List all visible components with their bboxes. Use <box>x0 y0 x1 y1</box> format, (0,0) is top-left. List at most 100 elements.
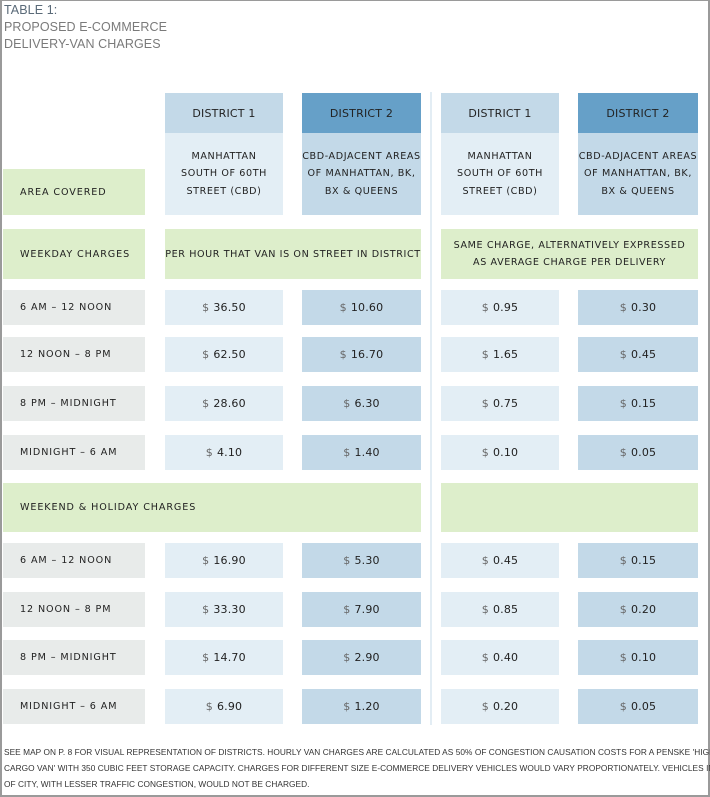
area-line: OF MANHATTAN, BK, <box>307 168 416 180</box>
charge-value: 0.40 <box>492 651 519 664</box>
area-line: BX & QUEENS <box>324 185 399 197</box>
charge-value: 0.20 <box>492 700 519 713</box>
charge-value: 0.30 <box>630 301 657 314</box>
charge-value: 0.45 <box>492 554 519 567</box>
time-period-label: 12 NOON – 8 PM <box>3 337 145 372</box>
currency-symbol: $ <box>619 397 627 410</box>
time-period-label: 6 AM – 12 NOON <box>3 543 145 578</box>
charge-value: 1.40 <box>354 446 380 459</box>
area-line: SOUTH OF 60TH <box>181 168 267 180</box>
district1-hourly-charge: $6.90 <box>165 689 283 724</box>
charge-value: 62.50 <box>213 348 246 361</box>
district2-hourly-charge: $6.30 <box>302 386 421 421</box>
district-header: DISTRICT 2 <box>578 93 698 133</box>
currency-symbol: $ <box>205 700 213 713</box>
charge-value: 0.15 <box>630 554 657 567</box>
currency-symbol: $ <box>481 651 489 664</box>
district2-per-delivery-charge: $0.30 <box>578 290 698 325</box>
area-description: MANHATTAN SOUTH OF 60TH STREET (CBD) <box>165 133 283 215</box>
currency-symbol: $ <box>343 397 351 410</box>
charge-value: 33.30 <box>213 603 246 616</box>
currency-symbol: $ <box>339 348 347 361</box>
table-title: TABLE 1: PROPOSED E-COMMERCE DELIVERY-VA… <box>4 2 167 53</box>
district2-hourly-charge: $1.40 <box>302 435 421 470</box>
time-period-label: 12 NOON – 8 PM <box>3 592 145 627</box>
district2-per-delivery-charge: $0.05 <box>578 689 698 724</box>
footnote-line: SEE MAP ON P. 8 FOR VISUAL REPRESENTATIO… <box>4 747 710 757</box>
currency-symbol: $ <box>202 301 210 314</box>
district2-per-delivery-charge: $0.05 <box>578 435 698 470</box>
district1-hourly-charge: $4.10 <box>165 435 283 470</box>
charge-value: 36.50 <box>213 301 246 314</box>
charge-value: 6.30 <box>354 397 380 410</box>
district2-hourly-charge: $7.90 <box>302 592 421 627</box>
charge-value: 16.70 <box>350 348 384 361</box>
area-line: STREET (CBD) <box>462 185 538 197</box>
charge-value: 2.90 <box>354 651 380 664</box>
district1-per-delivery-charge: $0.85 <box>441 592 559 627</box>
currency-symbol: $ <box>619 603 627 616</box>
district-header: DISTRICT 1 <box>441 93 559 133</box>
district2-hourly-charge: $16.70 <box>302 337 421 372</box>
charge-value: 0.10 <box>630 651 657 664</box>
district-header: DISTRICT 2 <box>302 93 421 133</box>
charge-value: 1.20 <box>354 700 380 713</box>
table-number: TABLE 1: <box>4 3 58 17</box>
area-description: CBD-ADJACENT AREAS OF MANHATTAN, BK, BX … <box>302 133 421 215</box>
district1-hourly-charge: $62.50 <box>165 337 283 372</box>
charge-value: 5.30 <box>354 554 380 567</box>
note-line: SAME CHARGE, ALTERNATIVELY EXPRESSED <box>453 239 686 251</box>
district1-per-delivery-charge: $0.45 <box>441 543 559 578</box>
table-title-line: PROPOSED E-COMMERCE <box>4 20 168 34</box>
currency-symbol: $ <box>481 700 489 713</box>
district1-hourly-charge: $28.60 <box>165 386 283 421</box>
footnote-line: CARGO VAN' WITH 350 CUBIC FEET STORAGE C… <box>4 763 710 773</box>
charge-value: 0.95 <box>492 301 519 314</box>
currency-symbol: $ <box>202 651 210 664</box>
currency-symbol: $ <box>481 554 489 567</box>
area-line: SOUTH OF 60TH <box>457 168 543 180</box>
currency-symbol: $ <box>343 554 351 567</box>
district1-per-delivery-charge: $0.20 <box>441 689 559 724</box>
charge-value: 28.60 <box>213 397 246 410</box>
currency-symbol: $ <box>205 446 213 459</box>
per-delivery-note: SAME CHARGE, ALTERNATIVELY EXPRESSED AS … <box>441 229 698 279</box>
charge-value: 7.90 <box>354 603 380 616</box>
currency-symbol: $ <box>202 397 210 410</box>
currency-symbol: $ <box>619 554 627 567</box>
district1-hourly-charge: $16.90 <box>165 543 283 578</box>
charge-value: 6.90 <box>216 700 243 713</box>
district1-per-delivery-charge: $1.65 <box>441 337 559 372</box>
currency-symbol: $ <box>202 348 210 361</box>
currency-symbol: $ <box>481 397 489 410</box>
charge-value: 0.20 <box>630 603 657 616</box>
charge-value: 0.10 <box>492 446 519 459</box>
district2-per-delivery-charge: $0.15 <box>578 386 698 421</box>
charge-value: 16.90 <box>213 554 246 567</box>
area-line: CBD-ADJACENT AREAS <box>578 150 698 162</box>
currency-symbol: $ <box>619 301 627 314</box>
district1-per-delivery-charge: $0.75 <box>441 386 559 421</box>
area-line: CBD-ADJACENT AREAS <box>302 150 421 162</box>
district1-hourly-charge: $36.50 <box>165 290 283 325</box>
charge-value: 0.15 <box>630 397 657 410</box>
currency-symbol: $ <box>619 651 627 664</box>
district1-hourly-charge: $14.70 <box>165 640 283 675</box>
area-description: CBD-ADJACENT AREAS OF MANHATTAN, BK, BX … <box>578 133 698 215</box>
time-period-label: MIDNIGHT – 6 AM <box>3 689 145 724</box>
weekday-charges-label: WEEKDAY CHARGES <box>3 229 145 279</box>
time-period-label: 6 AM – 12 NOON <box>3 290 145 325</box>
currency-symbol: $ <box>481 301 489 314</box>
currency-symbol: $ <box>343 446 351 459</box>
district2-per-delivery-charge: $0.15 <box>578 543 698 578</box>
currency-symbol: $ <box>481 446 489 459</box>
charge-value: 14.70 <box>213 651 246 664</box>
charge-value: 0.45 <box>630 348 657 361</box>
table-title-line: DELIVERY-VAN CHARGES <box>4 37 161 51</box>
charge-value: 0.85 <box>492 603 519 616</box>
district2-hourly-charge: $10.60 <box>302 290 421 325</box>
note-line: AS AVERAGE CHARGE PER DELIVERY <box>473 257 666 268</box>
charge-value: 4.10 <box>216 446 243 459</box>
district2-hourly-charge: $5.30 <box>302 543 421 578</box>
weekend-charges-label: WEEKEND & HOLIDAY CHARGES <box>3 483 421 532</box>
